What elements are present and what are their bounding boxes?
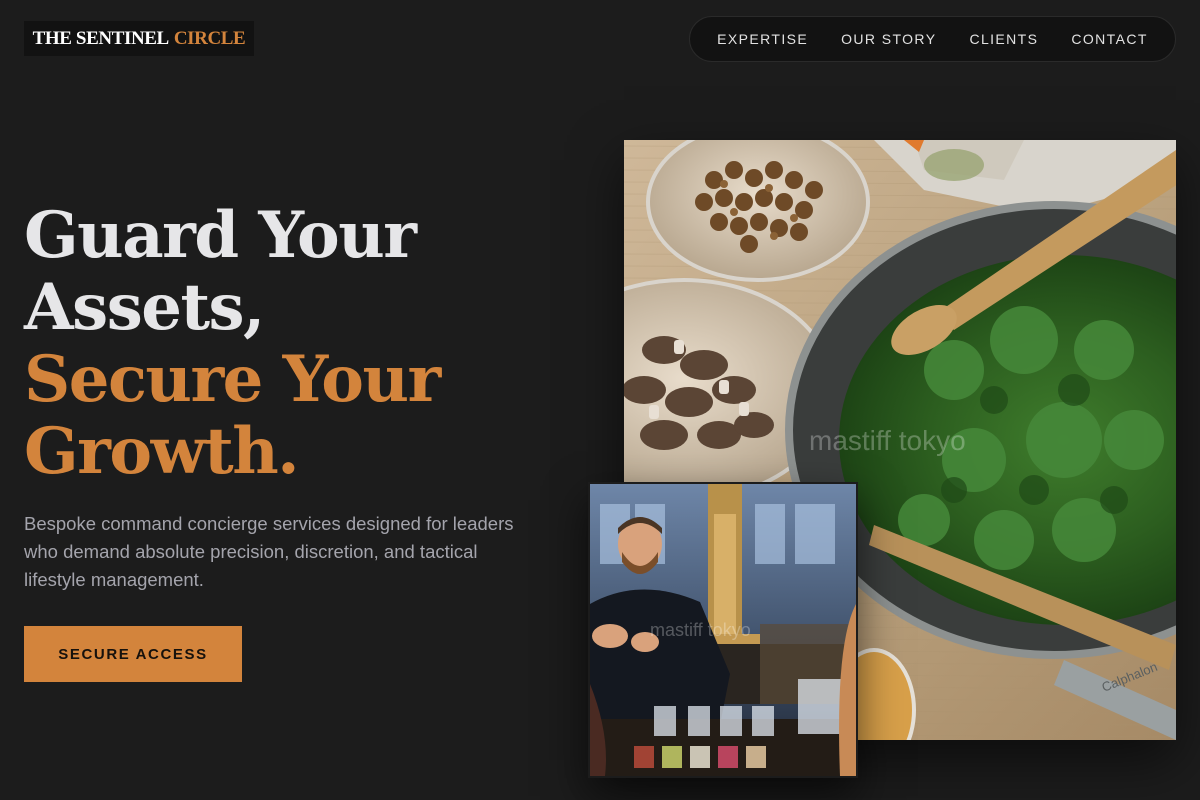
headline-line-4: Growth. xyxy=(24,414,300,489)
brand-logo[interactable]: THE SENTINEL CIRCLE xyxy=(24,21,254,56)
bartender-photo: mastiff tokyo xyxy=(588,482,858,778)
nav-link-clients[interactable]: CLIENTS xyxy=(969,31,1038,47)
main-nav: EXPERTISE OUR STORY CLIENTS CONTACT xyxy=(689,16,1176,62)
headline-line-3: Secure Your xyxy=(24,342,441,417)
watermark-text: mastiff tokyo xyxy=(809,425,966,456)
nav-link-contact[interactable]: CONTACT xyxy=(1071,31,1147,47)
hero-subtext: Bespoke command concierge services desig… xyxy=(24,513,514,590)
secure-access-button[interactable]: SECURE ACCESS xyxy=(24,626,242,682)
hero-headline: Guard Your Assets, Secure Your Growth. xyxy=(24,198,441,489)
nav-link-our-story[interactable]: OUR STORY xyxy=(841,31,936,47)
nav-link-expertise[interactable]: EXPERTISE xyxy=(717,31,808,47)
brand-name-primary: THE SENTINEL xyxy=(32,27,170,49)
brand-name-accent: CIRCLE xyxy=(173,27,246,49)
watermark-text-secondary: mastiff tokyo xyxy=(650,620,751,640)
headline-line-2: Assets, xyxy=(24,270,265,345)
headline-line-1: Guard Your xyxy=(24,198,417,273)
